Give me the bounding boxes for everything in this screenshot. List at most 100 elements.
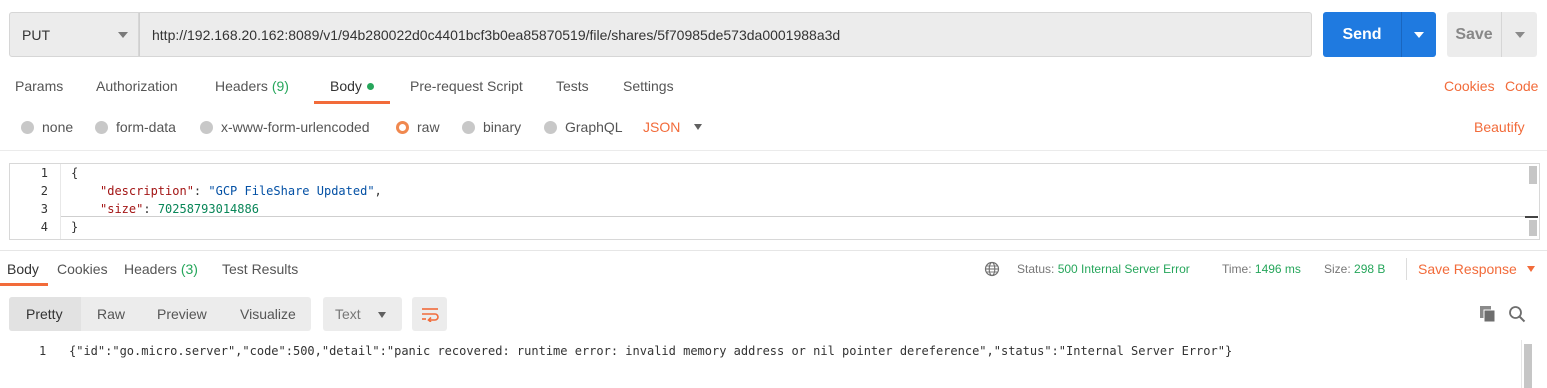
json-string: "GCP FileShare Updated" <box>208 184 375 198</box>
radio-circle[interactable] <box>462 120 475 134</box>
response-view-group: Pretty Raw Preview Visualize <box>9 297 311 331</box>
radio-circle[interactable] <box>200 120 213 134</box>
code-line: } <box>71 220 79 234</box>
send-label[interactable]: Send <box>1323 12 1402 57</box>
tab-authorization[interactable]: Authorization <box>96 78 178 94</box>
method-select[interactable]: PUT <box>9 12 139 57</box>
response-tab-body[interactable]: Body <box>7 261 39 277</box>
time-value: 1496 ms <box>1254 262 1301 276</box>
save-button[interactable]: Save <box>1447 12 1537 57</box>
json-number: 70258793014886 <box>157 202 259 216</box>
line-number: 4 <box>40 220 48 234</box>
save-response-button[interactable]: Save Response <box>1418 261 1535 277</box>
tab-prerequest-script[interactable]: Pre-request Script <box>410 78 523 94</box>
tab-params[interactable]: Params <box>15 78 63 94</box>
radio-label: GraphQL <box>565 119 623 135</box>
divider <box>1521 340 1522 388</box>
response-body-text[interactable]: {"id":"go.micro.server","code":500,"deta… <box>69 344 1232 358</box>
chevron-down-icon <box>118 32 128 38</box>
code-link[interactable]: Code <box>1505 78 1538 94</box>
response-tab-test-results[interactable]: Test Results <box>222 261 298 277</box>
method-label: PUT <box>22 26 50 43</box>
code-line: { <box>71 166 79 180</box>
divider <box>0 150 1547 151</box>
code-area[interactable]: { "description": "GCP FileShare Updated"… <box>60 164 1525 239</box>
json-key: "description" <box>100 184 194 198</box>
line-gutter: 1 2 3 4 <box>10 164 60 239</box>
response-scrollbar[interactable] <box>1524 344 1532 388</box>
tab-body-label: Body <box>330 78 362 94</box>
body-type-row: none form-data x-www-form-urlencoded raw… <box>0 113 1547 143</box>
json-key: "size" <box>100 202 144 216</box>
wrap-lines-button[interactable] <box>412 297 447 331</box>
response-tab-cookies[interactable]: Cookies <box>57 261 108 277</box>
raw-format-select[interactable]: JSON <box>643 119 703 135</box>
tab-body[interactable]: Body <box>330 78 374 94</box>
chevron-down-icon <box>1414 31 1424 38</box>
search-icon[interactable] <box>1508 305 1526 323</box>
beautify-link[interactable]: Beautify <box>1474 119 1525 135</box>
editor-resize-handle[interactable] <box>1525 216 1538 218</box>
radio-label: none <box>42 119 74 135</box>
response-format-label: Text <box>335 306 361 322</box>
chevron-down-icon <box>378 312 386 318</box>
status-readout: Status: 500 Internal Server Error <box>1017 262 1190 276</box>
radio-circle[interactable] <box>95 120 108 134</box>
headers-count: (9) <box>271 78 289 94</box>
raw-format-label: JSON <box>643 119 681 135</box>
editor-scrollbar[interactable] <box>1529 166 1537 236</box>
cookies-link[interactable]: Cookies <box>1444 78 1495 94</box>
response-headers-count: (3) <box>180 261 198 277</box>
scrollbar-thumb[interactable] <box>1529 220 1537 236</box>
view-visualize-button[interactable]: Visualize <box>240 306 296 322</box>
radio-circle-selected[interactable] <box>396 120 409 134</box>
response-line-number: 1 <box>39 344 47 358</box>
code-line: "size": 70258793014886 <box>100 202 259 216</box>
scrollbar-thumb[interactable] <box>1529 166 1537 184</box>
radio-urlencoded[interactable]: x-www-form-urlencoded <box>200 119 370 135</box>
time-readout: Time: 1496 ms <box>1222 262 1301 276</box>
globe-icon[interactable] <box>984 261 1000 277</box>
size-value: 298 B <box>1354 262 1386 276</box>
radio-circle[interactable] <box>21 120 34 134</box>
request-body-editor[interactable]: 1 2 3 4 { "description": "GCP FileShare … <box>9 163 1540 240</box>
response-tabs: Body Cookies Headers (3) Test Results St… <box>0 251 1547 287</box>
radio-raw[interactable]: raw <box>396 119 440 135</box>
body-indicator-dot <box>366 82 374 90</box>
size-label: Size: <box>1324 262 1351 276</box>
response-tab-headers[interactable]: Headers (3) <box>124 261 198 277</box>
time-label: Time: <box>1222 262 1252 276</box>
copy-icon[interactable] <box>1479 305 1497 323</box>
tab-settings[interactable]: Settings <box>623 78 674 94</box>
radio-form-data[interactable]: form-data <box>95 119 176 135</box>
request-tabs: Params Authorization Headers (9) Body Pr… <box>0 70 1547 106</box>
wrap-lines-icon <box>421 308 439 322</box>
save-options-button[interactable] <box>1502 12 1537 57</box>
url-input[interactable]: http://192.168.20.162:8089/v1/94b280022d… <box>139 12 1312 57</box>
divider <box>1406 258 1407 280</box>
status-value: 500 Internal Server Error <box>1057 262 1190 276</box>
status-label: Status: <box>1017 262 1055 276</box>
radio-graphql[interactable]: GraphQL <box>544 119 623 135</box>
save-label[interactable]: Save <box>1447 12 1502 57</box>
view-raw-button[interactable]: Raw <box>97 306 125 322</box>
radio-label: raw <box>417 119 440 135</box>
size-readout: Size: 298 B <box>1324 262 1385 276</box>
active-tab-indicator <box>0 283 48 286</box>
code-line: "description": "GCP FileShare Updated", <box>100 184 382 198</box>
response-format-select[interactable]: Text <box>323 297 402 331</box>
radio-circle[interactable] <box>544 120 557 134</box>
view-pretty-button[interactable]: Pretty <box>26 306 63 322</box>
active-tab-indicator <box>314 101 390 104</box>
radio-label: x-www-form-urlencoded <box>221 119 370 135</box>
radio-binary[interactable]: binary <box>462 119 521 135</box>
tab-headers[interactable]: Headers (9) <box>215 78 289 94</box>
current-line-highlight <box>61 200 1525 217</box>
radio-none[interactable]: none <box>21 119 73 135</box>
radio-label: binary <box>483 119 522 135</box>
chevron-down-icon <box>1514 31 1525 38</box>
tab-tests[interactable]: Tests <box>556 78 589 94</box>
view-preview-button[interactable]: Preview <box>157 306 207 322</box>
send-button[interactable]: Send <box>1323 12 1436 57</box>
send-options-button[interactable] <box>1402 12 1436 57</box>
